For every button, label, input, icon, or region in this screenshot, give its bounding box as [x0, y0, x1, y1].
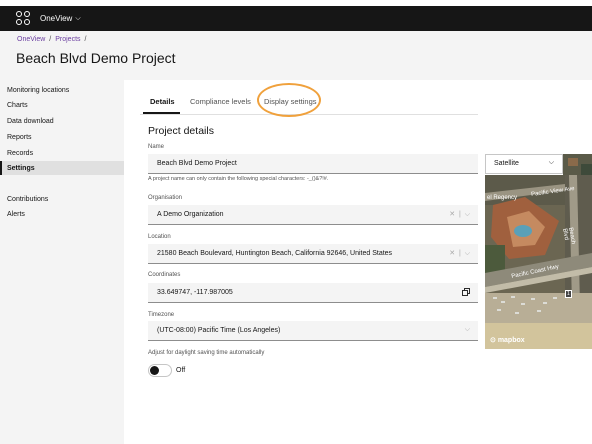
chevron-down-icon[interactable]: ⌵ [465, 211, 470, 218]
coordinates-label: Coordinates [148, 272, 181, 278]
organisation-label: Organisation [148, 195, 183, 201]
breadcrumb-projects[interactable]: Projects [55, 36, 80, 43]
tabs-divider [140, 114, 478, 115]
map-layer-value: Satellite [494, 160, 519, 167]
chevron-down-icon[interactable]: ⌵ [465, 250, 470, 257]
breadcrumb-separator: / [84, 36, 87, 43]
coordinates-field[interactable]: 33.649747, -117.987005 [148, 283, 478, 303]
location-label: Location [148, 234, 171, 240]
toggle-knob [150, 366, 159, 375]
sidebar-item-contributions[interactable]: Contributions [7, 196, 48, 203]
sidebar-item-reports[interactable]: Reports [7, 134, 32, 141]
annotation-circle [257, 83, 321, 117]
tab-details[interactable]: Details [150, 97, 175, 106]
section-title: Project details [148, 125, 214, 137]
sidebar-item-monitoring-locations[interactable]: Monitoring locations [7, 87, 69, 94]
mapbox-logo: ⊙ mapbox [490, 337, 525, 344]
sidebar-item-data-download[interactable]: Data download [7, 118, 54, 125]
timezone-select[interactable]: (UTC-08:00) Pacific Time (Los Angeles) ⌵ [148, 321, 478, 341]
app-logo-icon[interactable] [16, 10, 32, 27]
sidebar-item-settings[interactable]: Settings [7, 165, 35, 172]
breadcrumb: OneView / Projects / [17, 36, 90, 43]
satellite-map[interactable]: Pacific View Ave Pacific Coast Hwy Beach… [485, 175, 592, 349]
location-input[interactable]: 21580 Beach Boulevard, Huntington Beach,… [148, 244, 478, 264]
map-preview-strip [563, 154, 592, 175]
sidebar-item-charts[interactable]: Charts [7, 102, 28, 109]
clear-icon[interactable]: ✕ [449, 211, 455, 218]
page-title: Beach Blvd Demo Project [16, 50, 176, 66]
timezone-label: Timezone [148, 312, 175, 318]
name-value: Beach Blvd Demo Project [157, 160, 237, 167]
coordinates-value: 33.649747, -117.987005 [157, 289, 233, 296]
active-tab-underline [143, 112, 180, 114]
tab-compliance-levels[interactable]: Compliance levels [190, 97, 251, 106]
breadcrumb-oneview[interactable]: OneView [17, 36, 45, 43]
sidebar-item-records[interactable]: Records [7, 150, 33, 157]
location-value: 21580 Beach Boulevard, Huntington Beach,… [157, 250, 393, 257]
sidebar-item-alerts[interactable]: Alerts [7, 211, 25, 218]
clear-icon[interactable]: ✕ [449, 250, 455, 257]
top-bar: OneView ⌵ [0, 6, 592, 31]
chevron-down-icon[interactable]: ⌵ [465, 326, 470, 334]
map-label-hotel: el Regency [487, 195, 518, 201]
organisation-value: A Demo Organization [157, 211, 224, 218]
dst-label: Adjust for daylight saving time automati… [148, 350, 265, 356]
name-input[interactable]: Beach Blvd Demo Project [148, 154, 478, 174]
dst-toggle-state: Off [176, 367, 186, 374]
chevron-down-icon: ⌵ [548, 159, 554, 166]
app-name[interactable]: OneView [40, 14, 72, 23]
dst-toggle[interactable] [148, 364, 172, 377]
map-layer-select[interactable]: Satellite ⌵ [485, 154, 563, 174]
breadcrumb-separator: / [49, 36, 52, 43]
organisation-select[interactable]: A Demo Organization ✕ | ⌵ [148, 205, 478, 225]
name-label: Name [148, 144, 165, 150]
copy-icon[interactable] [462, 288, 470, 296]
mapbox-attribution: mapbox [497, 337, 525, 344]
name-helper-text: A project name can only contain the foll… [148, 176, 329, 182]
timezone-value: (UTC-08:00) Pacific Time (Los Angeles) [157, 327, 281, 334]
app-menu-chevron-icon[interactable]: ⌵ [75, 15, 80, 23]
route-shield-icon: 1 [565, 290, 572, 298]
